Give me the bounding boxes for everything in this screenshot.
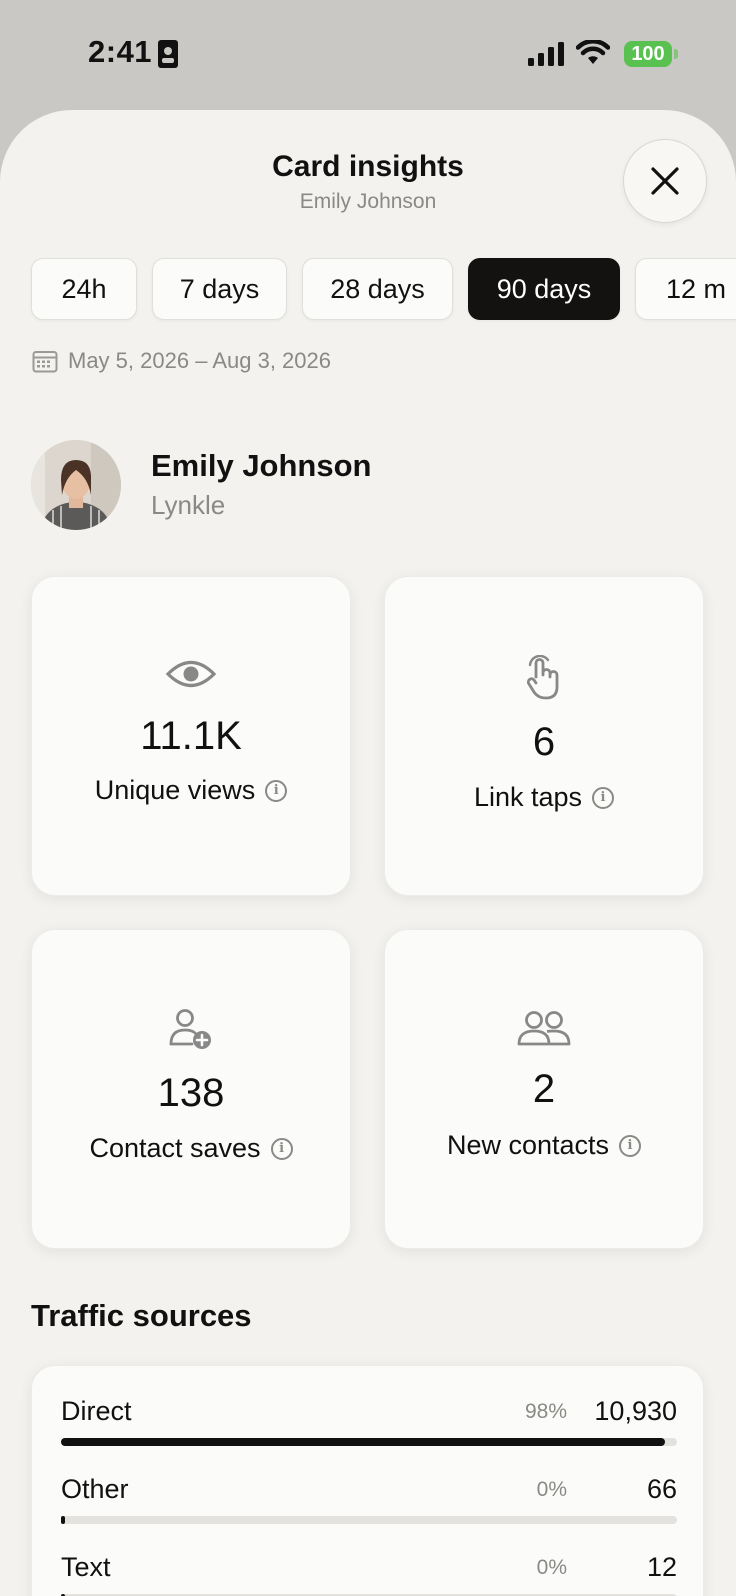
traffic-source-count: 10,930	[594, 1396, 677, 1426]
profile-company: Lynkle	[151, 490, 226, 520]
traffic-source-name: Direct	[61, 1396, 132, 1426]
traffic-source-name: Text	[61, 1552, 111, 1582]
stat-label: Contact saves	[89, 1133, 261, 1163]
status-bar: 2:41 100	[0, 0, 736, 108]
stat-label: Unique views	[94, 775, 256, 805]
stat-label: New contacts	[446, 1130, 610, 1160]
traffic-source-percent: 98%	[524, 1400, 567, 1423]
traffic-source-name: Other	[61, 1474, 129, 1504]
stat-value: 2	[532, 1067, 556, 1111]
stat-value: 138	[157, 1071, 225, 1115]
avatar	[31, 440, 121, 530]
traffic-sources-title: Traffic sources	[31, 1298, 252, 1333]
profile-name: Emily Johnson	[151, 448, 372, 483]
stat-card-new-contacts[interactable]: 2 New contacts i	[384, 929, 704, 1249]
info-icon[interactable]: i	[619, 1134, 642, 1157]
eye-icon	[165, 660, 217, 688]
traffic-sources-card: Direct 98% 10,930 Other 0% 66 Text 0% 12	[31, 1365, 704, 1596]
close-icon	[651, 167, 679, 195]
battery-tip	[674, 49, 678, 59]
traffic-source-percent: 0%	[536, 1478, 567, 1501]
traffic-bar-track	[61, 1438, 677, 1446]
date-range-text: May 5, 2026 – Aug 3, 2026	[68, 348, 331, 373]
traffic-source-count: 66	[646, 1474, 677, 1504]
tap-hand-icon	[526, 654, 559, 700]
status-time: 2:41	[88, 34, 153, 69]
users-icon	[517, 1011, 571, 1046]
traffic-bar-fill	[61, 1516, 65, 1524]
info-icon[interactable]: i	[592, 786, 615, 809]
close-button[interactable]	[623, 139, 707, 223]
calendar-icon	[32, 351, 58, 373]
stat-value: 11.1K	[140, 714, 242, 758]
range-28-days[interactable]: 28 days	[302, 258, 453, 320]
wifi-icon	[576, 40, 610, 64]
range-12-months[interactable]: 12 m	[635, 258, 736, 320]
stat-card-link-taps[interactable]: 6 Link taps i	[384, 576, 704, 896]
battery-indicator: 100	[624, 41, 672, 67]
range-90-days[interactable]: 90 days	[468, 258, 620, 320]
info-icon[interactable]: i	[270, 1137, 293, 1160]
traffic-bar-track	[61, 1516, 677, 1524]
stat-card-unique-views[interactable]: 11.1K Unique views i	[31, 576, 351, 896]
info-icon[interactable]: i	[265, 779, 288, 802]
traffic-source-percent: 0%	[536, 1556, 567, 1579]
insights-sheet: Card insights Emily Johnson 24h 7 days 2…	[0, 110, 736, 1596]
range-24h[interactable]: 24h	[31, 258, 137, 320]
stat-card-contact-saves[interactable]: 138 Contact saves i	[31, 929, 351, 1249]
range-7-days[interactable]: 7 days	[152, 258, 287, 320]
traffic-source-count: 12	[646, 1552, 677, 1582]
stat-label: Link taps	[473, 782, 583, 812]
date-range: May 5, 2026 – Aug 3, 2026	[32, 348, 331, 374]
stat-value: 6	[532, 720, 556, 764]
signal-icon	[528, 42, 564, 66]
traffic-bar-fill	[61, 1438, 665, 1446]
id-card-icon	[158, 40, 178, 68]
add-contact-icon	[169, 1009, 211, 1049]
range-selector: 24h 7 days 28 days 90 days 12 m	[31, 258, 736, 320]
